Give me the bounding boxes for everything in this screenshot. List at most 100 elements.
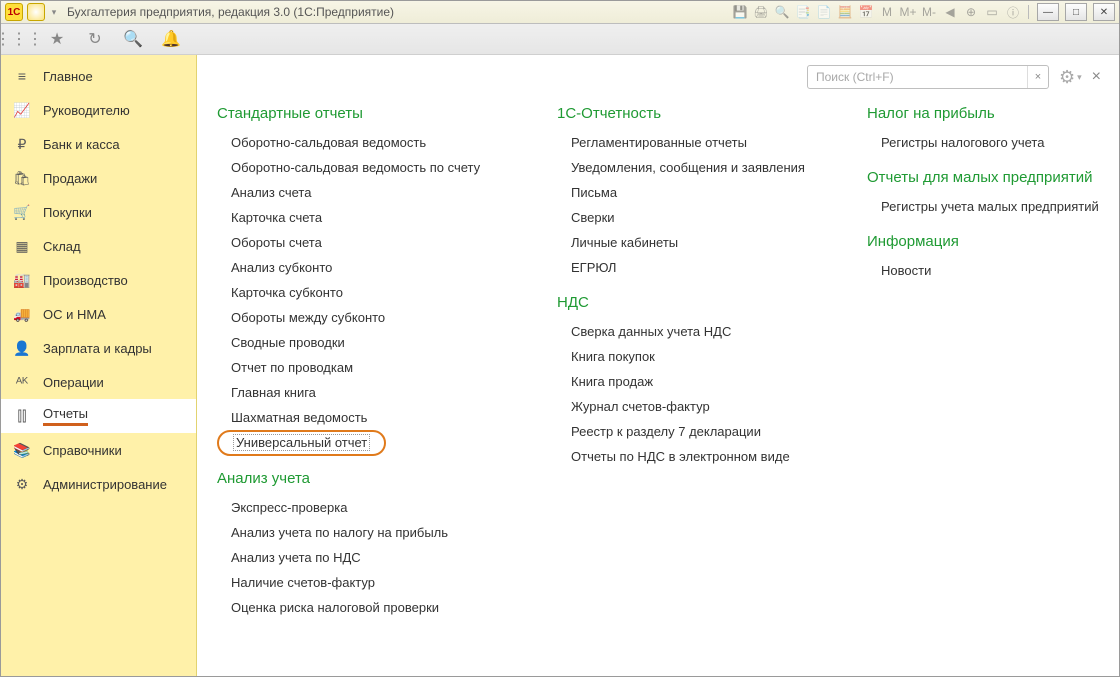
sidebar-item-sales-icon: 🛍 (13, 170, 31, 187)
report-link[interactable]: Регистры налогового учета (881, 130, 1119, 155)
report-link[interactable]: Сверка данных учета НДС (571, 319, 827, 344)
report-link[interactable]: Регистры учета малых предприятий (881, 194, 1119, 219)
report-link[interactable]: Сверки (571, 205, 827, 230)
report-link[interactable]: Регламентированные отчеты (571, 130, 827, 155)
highlighted-report[interactable]: Универсальный отчет (217, 430, 386, 456)
report-link[interactable]: Книга покупок (571, 344, 827, 369)
quick-toolbar: ⋮⋮⋮ ★ ↻ 🔍 🔔 (1, 24, 1119, 55)
search-clear-button[interactable]: × (1027, 66, 1048, 88)
report-link[interactable]: Книга продаж (571, 369, 827, 394)
m-icon[interactable]: M (878, 3, 896, 21)
main-panel: × ⚙▾ × Стандартные отчеты Оборотно-сальдо… (197, 55, 1119, 676)
sidebar-item-label: Администрирование (43, 477, 167, 492)
section-heading: Стандартные отчеты (217, 105, 517, 122)
report-link[interactable]: Экспресс-проверка (231, 495, 517, 520)
preview-icon[interactable]: 🔍 (773, 3, 791, 21)
sidebar-item-chief[interactable]: 📈Руководителю (1, 93, 196, 127)
report-link[interactable]: Обороты счета (231, 230, 517, 255)
search-icon[interactable]: 🔍 (121, 27, 145, 51)
window-maximize-button[interactable]: □ (1065, 3, 1087, 21)
sidebar-item-operations[interactable]: ᴬᴷОперации (1, 365, 196, 399)
sidebar-item-refbooks-icon: 📚 (13, 442, 31, 459)
report-link[interactable]: Личные кабинеты (571, 230, 827, 255)
sidebar-item-reports-icon: ⫿⫿ (13, 408, 31, 425)
calc-icon[interactable]: 🧮 (836, 3, 854, 21)
report-link[interactable]: Журнал счетов-фактур (571, 394, 827, 419)
section: Налог на прибыльРегистры налогового учет… (867, 105, 1119, 155)
title-dropdown-icon[interactable]: ▾ (49, 7, 59, 18)
sidebar-item-label: Покупки (43, 205, 92, 220)
apps-icon[interactable]: ⋮⋮⋮ (7, 27, 31, 51)
sidebar-item-warehouse-icon: ▦ (13, 238, 31, 255)
report-link[interactable]: Обороты между субконто (231, 305, 517, 330)
report-link[interactable]: Наличие счетов-фактур (231, 570, 517, 595)
section-heading: Информация (867, 233, 1119, 250)
sidebar-item-chief-icon: 📈 (13, 102, 31, 119)
info-icon[interactable]: ⓘ (1004, 3, 1022, 21)
sidebar-item-production[interactable]: 🏭Производство (1, 263, 196, 297)
window-minimize-button[interactable]: — (1037, 3, 1059, 21)
report-link[interactable]: Главная книга (231, 380, 517, 405)
layout-icon[interactable]: ▭ (983, 3, 1001, 21)
separator (1028, 5, 1029, 19)
settings-gear-icon[interactable]: ⚙▾ (1059, 67, 1082, 88)
zoom-icon[interactable]: ⊕ (962, 3, 980, 21)
report-link[interactable]: Карточка субконто (231, 280, 517, 305)
report-link[interactable]: Отчеты по НДС в электронном виде (571, 444, 827, 469)
print-icon[interactable]: 🖨 (752, 3, 770, 21)
section-heading: Анализ учета (217, 470, 517, 487)
report-link[interactable]: Универсальный отчет (231, 430, 517, 456)
report-link[interactable]: Реестр к разделу 7 декларации (571, 419, 827, 444)
panel-close-button[interactable]: × (1092, 68, 1101, 86)
report-link[interactable]: Шахматная ведомость (231, 405, 517, 430)
report-link[interactable]: Анализ учета по налогу на прибыль (231, 520, 517, 545)
sidebar-item-refbooks[interactable]: 📚 Справочники (1, 433, 196, 467)
section-heading: 1С-Отчетность (557, 105, 827, 122)
section: Стандартные отчеты Оборотно-сальдовая вед… (217, 105, 517, 456)
report-link[interactable]: Письма (571, 180, 827, 205)
doc-icon[interactable]: 📄 (815, 3, 833, 21)
report-link[interactable]: Уведомления, сообщения и заявления (571, 155, 827, 180)
sidebar-item-reports[interactable]: ⫿⫿ Отчеты (1, 399, 196, 433)
back-icon[interactable]: ◀ (941, 3, 959, 21)
sidebar-item-label: Отчеты (43, 406, 88, 426)
section: НДССверка данных учета НДСКнига покупокК… (557, 294, 827, 469)
report-link[interactable]: Анализ субконто (231, 255, 517, 280)
sidebar-item-sales[interactable]: 🛍 Продажи (1, 161, 196, 195)
report-link[interactable]: Новости (881, 258, 1119, 283)
sidebar-item-bank[interactable]: ₽Банк и касса (1, 127, 196, 161)
section: Информация Новости (867, 233, 1119, 283)
sidebar-item-label: Справочники (43, 443, 122, 458)
report-link[interactable]: Отчет по проводкам (231, 355, 517, 380)
sidebar-item-warehouse[interactable]: ▦Склад (1, 229, 196, 263)
sidebar-item-admin[interactable]: ⚙Администрирование (1, 467, 196, 501)
calendar-icon[interactable]: 📅 (857, 3, 875, 21)
report-link[interactable]: ЕГРЮЛ (571, 255, 827, 280)
search-box[interactable]: × (807, 65, 1049, 89)
m-minus-icon[interactable]: M- (920, 3, 938, 21)
m-plus-icon[interactable]: M+ (899, 3, 917, 21)
sidebar-item-operations-icon: ᴬᴷ (13, 374, 31, 390)
sidebar-item-main[interactable]: ≡Главное (1, 59, 196, 93)
search-input[interactable] (808, 70, 1027, 84)
report-link[interactable]: Оценка риска налоговой проверки (231, 595, 517, 620)
save-icon[interactable]: 💾 (731, 3, 749, 21)
report-link[interactable]: Оборотно-сальдовая ведомость (231, 130, 517, 155)
window-close-button[interactable]: ✕ (1093, 3, 1115, 21)
window-titlebar: 1C ▾ Бухгалтерия предприятия, редакция 3… (1, 1, 1119, 24)
star-icon[interactable]: ★ (45, 27, 69, 51)
report-link[interactable]: Анализ учета по НДС (231, 545, 517, 570)
sidebar-item-label: Продажи (43, 171, 97, 186)
compare-icon[interactable]: 📑 (794, 3, 812, 21)
sidebar-item-label: Зарплата и кадры (43, 341, 152, 356)
history-icon[interactable]: ↻ (83, 27, 107, 51)
report-link[interactable]: Карточка счета (231, 205, 517, 230)
section: Отчеты для малых предприятийРегистры уче… (867, 169, 1119, 219)
report-link[interactable]: Оборотно-сальдовая ведомость по счету (231, 155, 517, 180)
sidebar-item-hr[interactable]: 👤Зарплата и кадры (1, 331, 196, 365)
sidebar-item-purchases[interactable]: 🛒Покупки (1, 195, 196, 229)
bell-icon[interactable]: 🔔 (159, 27, 183, 51)
report-link[interactable]: Сводные проводки (231, 330, 517, 355)
sidebar-item-assets[interactable]: 🚚ОС и НМА (1, 297, 196, 331)
report-link[interactable]: Анализ счета (231, 180, 517, 205)
